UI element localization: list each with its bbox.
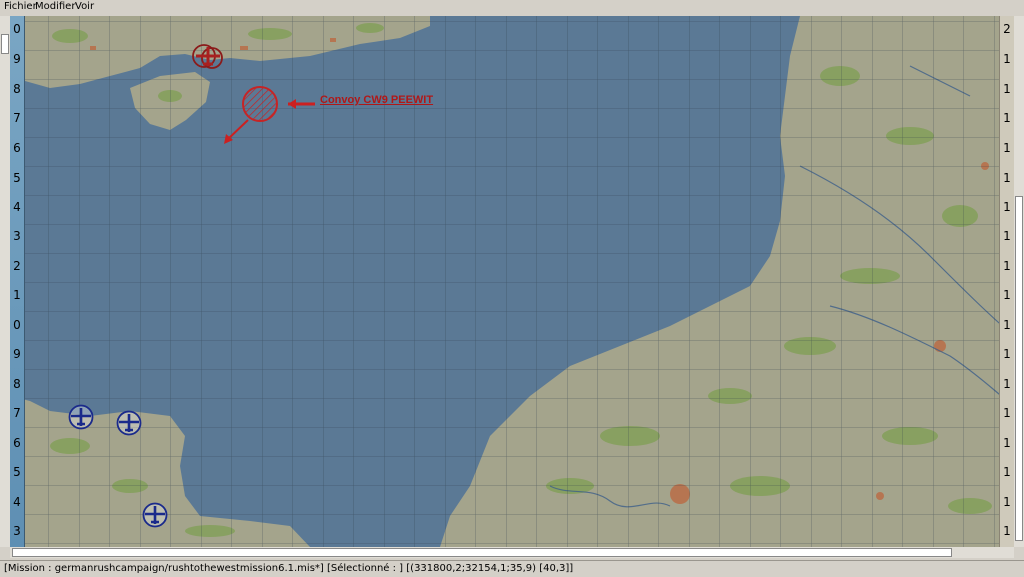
status-text: [Mission : germanrushcampaign/rushtothew… [4,563,574,574]
ruler-left-label: 2 [13,259,21,273]
ruler-right-label: 1 [1003,524,1011,538]
horizontal-scrollbar[interactable] [10,547,1014,558]
ruler-right-label: 1 [1003,377,1011,391]
ruler-left-label: 4 [13,495,21,509]
ruler-right-label: 1 [1003,406,1011,420]
ruler-right-label: 1 [1003,259,1011,273]
german-aircraft-icon[interactable] [192,42,228,70]
menu-voir[interactable]: Voir [75,1,94,12]
ruler-right-label: 1 [1003,52,1011,66]
convoy-circle-icon [242,86,278,122]
menu-bar: Fichier Modifier Voir [0,0,1024,17]
ruler-left-label: 7 [13,111,21,125]
ruler-left-label: 9 [13,347,21,361]
left-scroll-thumb[interactable] [1,34,9,54]
ruler-right-label: 1 [1003,318,1011,332]
ruler-left-label: 1 [13,288,21,302]
convoy-pointer-icon [288,99,296,109]
map-canvas[interactable]: 0 9 8 7 6 5 4 3 2 1 0 9 8 7 6 5 4 3 2 1 … [10,16,1014,547]
ruler-right-label: 1 [1003,288,1011,302]
british-aircraft-icon[interactable] [142,502,168,528]
ruler-right-label: 1 [1003,200,1011,214]
ruler-left-label: 5 [13,465,21,479]
left-scroll-strip[interactable] [0,16,10,547]
menu-modifier[interactable]: Modifier [35,1,75,12]
british-aircraft-icon[interactable] [68,404,94,430]
ruler-right-label: 1 [1003,141,1011,155]
ruler-right-label: 1 [1003,465,1011,479]
ruler-left-label: 0 [13,22,21,36]
british-aircraft-icon[interactable] [116,410,142,436]
convoy-marker[interactable] [210,84,320,164]
status-bar: [Mission : germanrushcampaign/rushtothew… [0,560,1024,577]
convoy-label[interactable]: Convoy CW9 PEEWIT [320,94,433,106]
ruler-left-label: 3 [13,229,21,243]
ruler-right-label: 1 [1003,495,1011,509]
ruler-left-label: 6 [13,141,21,155]
ruler-left-label: 6 [13,436,21,450]
ruler-left-label: 5 [13,171,21,185]
convoy-heading-line [226,119,249,141]
ruler-right-label: 1 [1003,171,1011,185]
ruler-left-label: 8 [13,377,21,391]
vertical-scrollbar[interactable] [1014,16,1024,547]
map-terrain [10,16,1014,547]
left-grid-ruler: 0 9 8 7 6 5 4 3 2 1 0 9 8 7 6 5 4 3 [10,16,25,547]
menu-fichier[interactable]: Fichier [4,1,37,12]
ruler-left-label: 4 [13,200,21,214]
ruler-right-label: 2 [1003,22,1011,36]
ruler-left-label: 3 [13,524,21,538]
ruler-right-label: 1 [1003,111,1011,125]
vertical-scroll-thumb[interactable] [1015,196,1023,541]
ruler-right-label: 1 [1003,229,1011,243]
ruler-left-label: 9 [13,52,21,66]
ruler-left-label: 8 [13,82,21,96]
ruler-right-label: 1 [1003,347,1011,361]
ruler-right-label: 1 [1003,436,1011,450]
ruler-left-label: 7 [13,406,21,420]
horizontal-scroll-thumb[interactable] [12,548,952,557]
ruler-left-label: 0 [13,318,21,332]
right-grid-ruler: 2 1 1 1 1 1 1 1 1 1 1 1 1 1 1 1 1 1 [999,16,1014,547]
ruler-right-label: 1 [1003,82,1011,96]
